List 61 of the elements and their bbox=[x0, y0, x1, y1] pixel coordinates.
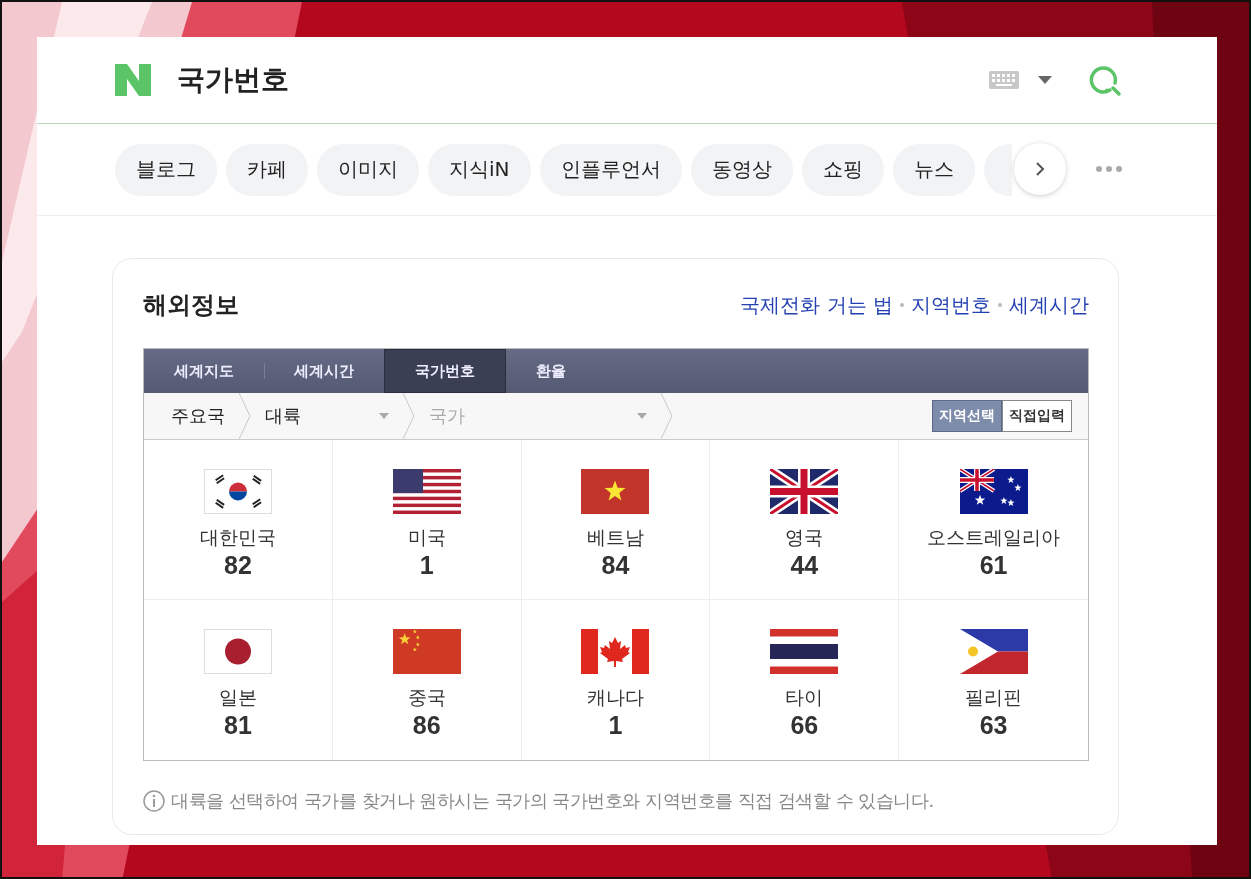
tab[interactable]: 세계지도 bbox=[144, 349, 264, 393]
flag-icon bbox=[959, 629, 1028, 674]
flag-icon bbox=[203, 469, 272, 514]
country-code: 66 bbox=[790, 711, 819, 740]
chevron-right-icon bbox=[1035, 161, 1045, 177]
tab[interactable]: 환율 bbox=[506, 349, 596, 393]
link[interactable]: 지역번호 bbox=[911, 291, 991, 319]
flag-icon bbox=[392, 629, 461, 674]
search-tab[interactable]: 블로그 bbox=[115, 143, 217, 196]
country-name: 필리핀 bbox=[965, 685, 1023, 710]
country-code: 86 bbox=[412, 711, 441, 740]
breadcrumb-item[interactable]: 주요국 bbox=[171, 404, 235, 428]
dropdown[interactable]: 대륙 bbox=[251, 404, 399, 428]
country-code: 84 bbox=[601, 551, 630, 580]
keyboard-icon[interactable] bbox=[989, 71, 1019, 89]
country-name: 미국 bbox=[407, 525, 446, 550]
info-icon bbox=[143, 790, 165, 812]
country-name: 대한민국 bbox=[199, 525, 276, 550]
flag-icon bbox=[959, 469, 1028, 514]
country-name: 중국 bbox=[407, 685, 446, 710]
link[interactable]: 세계시간 bbox=[1009, 291, 1089, 319]
flag-icon bbox=[203, 629, 272, 674]
country-code: 61 bbox=[979, 551, 1008, 580]
country-name: 타이 bbox=[785, 685, 824, 710]
country-code: 81 bbox=[224, 711, 252, 740]
country-code: 1 bbox=[419, 551, 434, 580]
search-icon[interactable] bbox=[1088, 63, 1122, 97]
search-tab[interactable]: 이미지 bbox=[317, 143, 419, 196]
country-code: 44 bbox=[790, 551, 819, 580]
card-title: 해외정보 bbox=[143, 290, 239, 321]
search-tab[interactable]: 뉴스 bbox=[892, 143, 975, 196]
info-text: 대륙을 선택하여 국가를 찾거나 원하시는 국가의 국가번호와 지역번호를 직접 검색할 수 있습니다. bbox=[171, 789, 934, 813]
country-name: 일본 bbox=[218, 685, 257, 710]
flag-icon bbox=[581, 629, 650, 674]
caret-icon bbox=[379, 413, 389, 419]
flag-icon bbox=[770, 469, 839, 514]
more-icon[interactable] bbox=[1095, 165, 1123, 173]
country-name: 오스트레일리아 bbox=[927, 525, 1061, 550]
logo-icon[interactable] bbox=[115, 64, 151, 96]
tab[interactable]: 세계시간 bbox=[264, 349, 384, 393]
search-tab[interactable]: 지식iN bbox=[428, 143, 531, 196]
search-tab[interactable]: 동영상 bbox=[690, 143, 793, 196]
country-code: 63 bbox=[979, 711, 1008, 740]
flag-icon bbox=[392, 469, 461, 514]
flag-icon bbox=[770, 629, 839, 674]
flag-icon bbox=[581, 469, 650, 514]
search-tab[interactable]: 쇼핑 bbox=[801, 143, 884, 196]
search-tab[interactable]: 카페 bbox=[226, 143, 308, 196]
country-code: 1 bbox=[608, 711, 623, 740]
next-button[interactable] bbox=[1014, 143, 1066, 195]
country-name: 베트남 bbox=[587, 525, 644, 550]
link[interactable]: 국제전화 거는 법 bbox=[740, 291, 893, 319]
caret-icon[interactable] bbox=[1038, 76, 1052, 84]
country-name: 캐나다 bbox=[587, 685, 644, 710]
country-code: 82 bbox=[224, 551, 252, 580]
search-tab[interactable]: 인플루언서 bbox=[539, 143, 682, 196]
tab[interactable]: 국가번호 bbox=[384, 349, 506, 393]
search-query: 국가번호 bbox=[177, 62, 289, 98]
caret-icon bbox=[637, 413, 647, 419]
mode-toggle[interactable]: 직접입력 bbox=[1002, 400, 1072, 432]
country-name: 영국 bbox=[785, 525, 824, 550]
